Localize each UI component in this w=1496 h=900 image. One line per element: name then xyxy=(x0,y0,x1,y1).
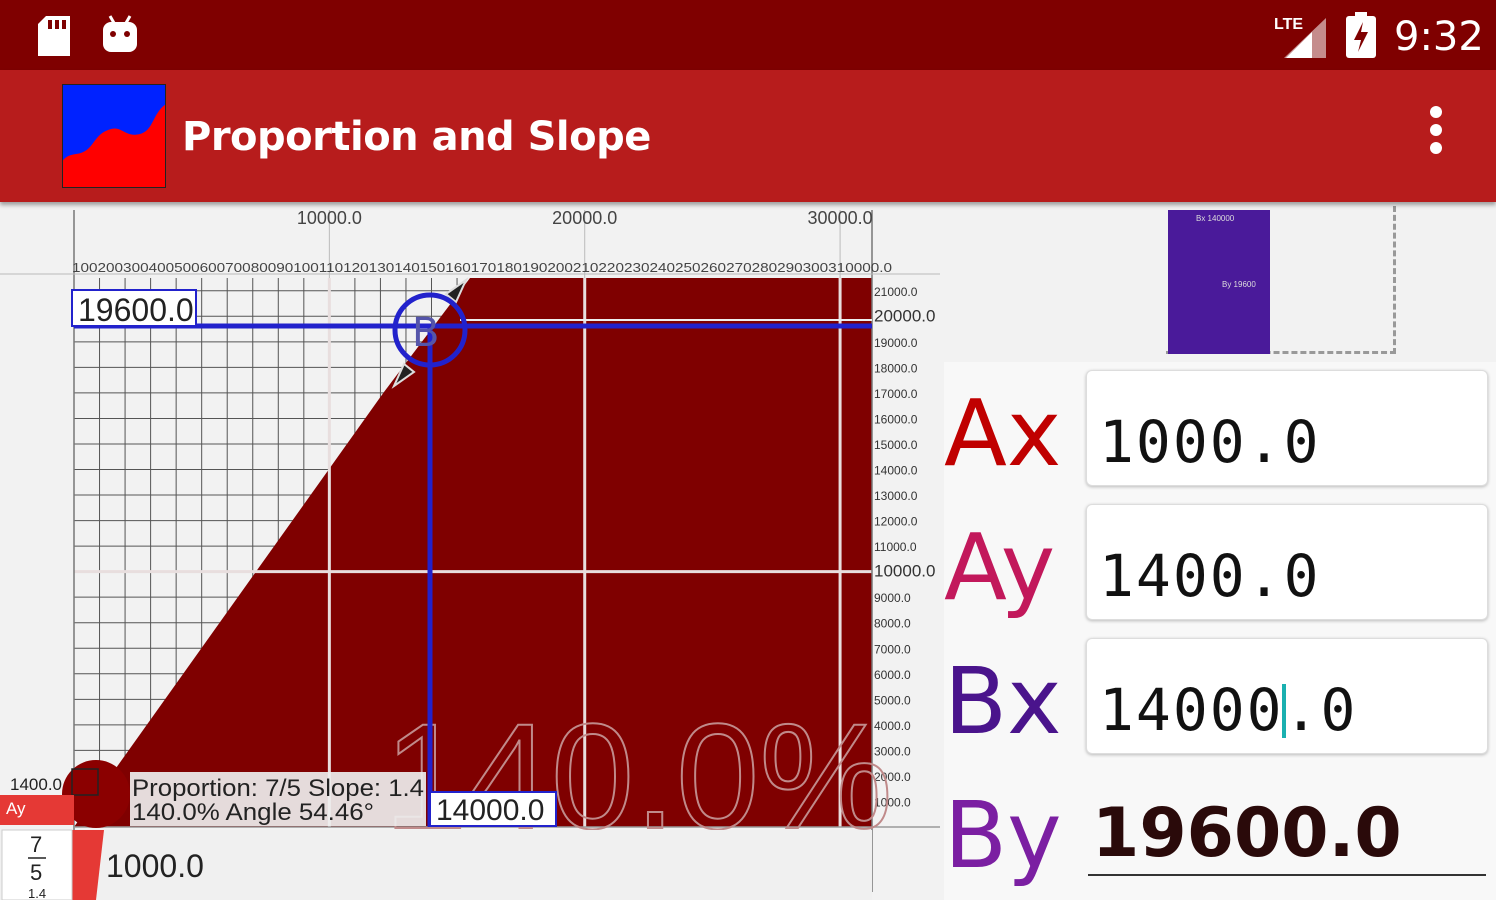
y-axis-tick-label: 14000.0 xyxy=(874,464,918,478)
status-bar: LTE 9:32 xyxy=(0,0,1496,70)
android-icon xyxy=(103,15,137,52)
slope-chart[interactable]: 10000.0 20000.0 30000.0 100200300400500600… xyxy=(0,202,944,900)
y-axis-tick-label: 13000.0 xyxy=(874,489,918,503)
app-bar: Proportion and Slope xyxy=(0,70,1496,202)
bx-value-before-cursor: 14000 xyxy=(1099,676,1284,744)
y-axis-tick-label: 11000.0 xyxy=(874,540,917,554)
y-axis-tick-label: 9000.0 xyxy=(874,591,911,605)
x-axis-tick-label: 30000.0 xyxy=(808,208,873,228)
bx-label: Bx xyxy=(944,648,1062,755)
sd-card-icon xyxy=(38,16,70,56)
fraction-numerator: 7 xyxy=(30,832,42,857)
battery-charging-icon xyxy=(1346,12,1376,58)
app-logo-icon xyxy=(62,84,166,188)
app-title: Proportion and Slope xyxy=(182,114,651,160)
dot-icon xyxy=(1430,124,1442,136)
y-axis-tick-label: 12000.0 xyxy=(874,515,918,529)
ax-value-label: 1000.0 xyxy=(106,848,204,884)
clock: 9:32 xyxy=(1394,14,1484,60)
y-axis-tick-label: 17000.0 xyxy=(874,387,918,401)
thumbnail-bx-text: Bx 140000 xyxy=(1196,214,1235,223)
x-axis-tick-label: 20000.0 xyxy=(552,208,617,228)
ay-input-value: 1400.0 xyxy=(1099,542,1321,610)
proportion-slope-text: Proportion: 7/5 Slope: 1.4 xyxy=(132,775,424,802)
y-axis-tick-label: 19000.0 xyxy=(874,336,918,350)
x-fine-ticks: 1002003004005006007008009010011012013014… xyxy=(72,261,892,275)
chart-canvas[interactable]: 10000.0 20000.0 30000.0 100200300400500600… xyxy=(0,202,944,900)
by-underline xyxy=(1088,874,1486,876)
y-axis-tick-label: 8000.0 xyxy=(874,617,911,631)
y-axis-tick-label: 20000.0 xyxy=(874,306,935,325)
ax-label: Ax xyxy=(944,380,1062,487)
ay-label: Ay xyxy=(944,514,1056,621)
point-b-letter: B xyxy=(412,310,439,356)
signal-icon xyxy=(1284,18,1326,58)
y-axis-tick-label: 21000.0 xyxy=(874,285,918,299)
overflow-menu-button[interactable] xyxy=(1414,100,1458,172)
y-axis-tick-label: 10000.0 xyxy=(874,562,935,581)
bx-value-label: 14000.0 xyxy=(436,794,544,827)
ay-input[interactable]: 1400.0 xyxy=(1086,504,1488,620)
coordinate-panel: Ax 1000.0 Ay 1400.0 Bx 14000.0 By 19600.… xyxy=(944,362,1496,900)
bx-value-after-cursor: .0 xyxy=(1283,676,1358,744)
by-result-value: 19600.0 xyxy=(1092,794,1402,873)
dot-icon xyxy=(1430,106,1442,118)
by-label: By xyxy=(944,782,1062,889)
by-value-label: 19600.0 xyxy=(78,292,194,328)
bx-input-value: 14000.0 xyxy=(1099,681,1357,739)
ay-axis-value: 1400.0 xyxy=(10,775,62,794)
y-axis-tick-label: 15000.0 xyxy=(874,438,918,452)
x-axis-tick-label: 10000.0 xyxy=(297,208,362,228)
dot-icon xyxy=(1430,142,1442,154)
y-axis-tick-label: 6000.0 xyxy=(874,668,911,682)
y-axis-tick-label: 16000.0 xyxy=(874,412,918,426)
y-axis-tick-label: 18000.0 xyxy=(874,361,918,375)
ay-tag-label: Ay xyxy=(6,799,26,818)
ax-input[interactable]: 1000.0 xyxy=(1086,370,1488,486)
fraction-extra: 1.4 xyxy=(28,886,46,900)
y-axis-tick-label: 7000.0 xyxy=(874,642,911,656)
thumbnail-by-text: By 19600 xyxy=(1222,280,1256,289)
fraction-denominator: 5 xyxy=(30,860,42,885)
ax-input-value: 1000.0 xyxy=(1099,408,1321,476)
percent-angle-text: 140.0% Angle 54.46° xyxy=(132,799,374,826)
bx-input[interactable]: 14000.0 xyxy=(1086,638,1488,754)
preview-thumbnail[interactable]: Bx 140000 By 19600 xyxy=(1168,210,1270,354)
